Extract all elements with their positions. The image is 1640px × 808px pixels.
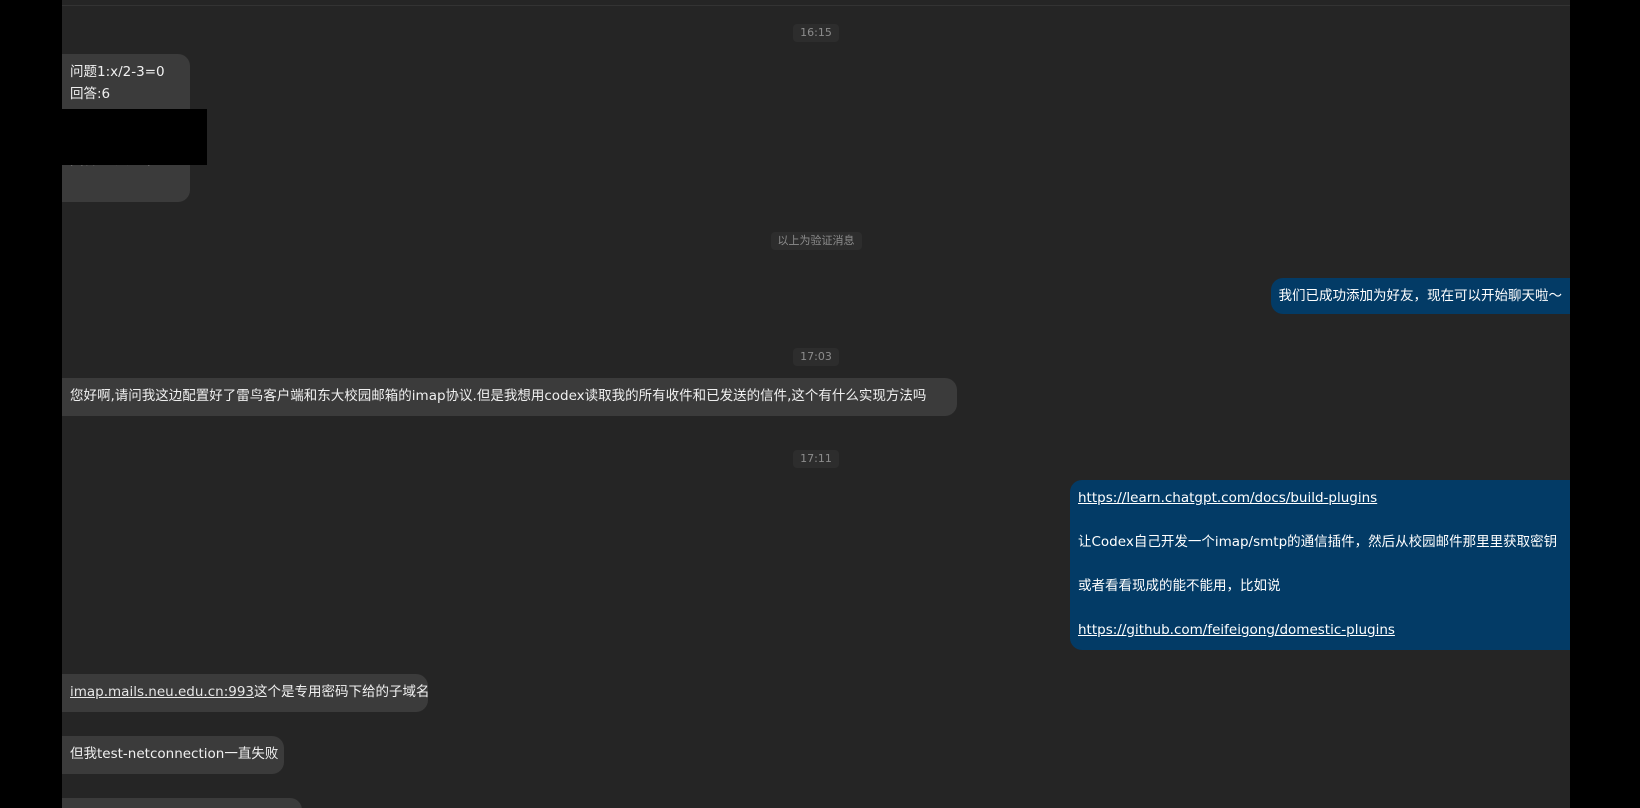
verification-answer-1: 回答:6 [70,86,111,102]
timestamp: 16:15 [62,21,1570,42]
verification-question-1: 问题1:x/2-3=0 [70,64,165,80]
github-plugins-link[interactable]: https://github.com/feifeigong/domestic-p… [1078,619,1562,641]
incoming-message-bubble[interactable]: 但我test-netconnection一直失败 [62,736,284,774]
redaction-box [62,109,207,165]
reply-text-2: 或者看看现成的能不能用，比如说 [1078,578,1281,594]
outgoing-message-bubble[interactable]: https://learn.chatgpt.com/docs/build-plu… [1070,480,1570,650]
timestamp-text: 17:03 [793,348,839,366]
timestamp: 17:03 [62,345,1570,366]
timestamp: 17:11 [62,447,1570,468]
friend-added-message: 我们已成功添加为好友，现在可以开始聊天啦～ [1278,288,1563,304]
incoming-message-bubble[interactable]: imap.mails.neu.edu.cn:993这个是专用密码下给的子域名 [62,674,430,712]
chat-message-area[interactable]: 16:15 问题1:x/2-3=0 回答:6 回答:东大学弟 以上为验证消息 我… [62,0,1570,808]
header-divider [62,5,1570,6]
incoming-message-bubble-partial[interactable] [62,798,302,808]
outgoing-message-bubble[interactable]: 我们已成功添加为好友，现在可以开始聊天啦～ [1270,278,1570,314]
reply-text-1: 让Codex自己开发一个imap/smtp的通信插件，然后从校园邮件那里里获取密… [1078,534,1558,550]
imap-question-message: 您好啊,请问我这边配置好了雷鸟客户端和东大校园邮箱的imap协议.但是我想用co… [70,388,927,404]
connection-fail-message: 但我test-netconnection一直失败 [70,746,279,762]
plugins-doc-link[interactable]: https://learn.chatgpt.com/docs/build-plu… [1078,487,1562,509]
system-notice: 以上为验证消息 [62,229,1570,250]
subdomain-note: 这个是专用密码下给的子域名 [254,684,430,700]
system-notice-text: 以上为验证消息 [770,232,862,250]
incoming-message-bubble[interactable]: 您好啊,请问我这边配置好了雷鸟客户端和东大校园邮箱的imap协议.但是我想用co… [62,378,957,416]
timestamp-text: 16:15 [793,24,839,42]
timestamp-text: 17:11 [793,450,839,468]
imap-server-link[interactable]: imap.mails.neu.edu.cn:993 [70,684,254,700]
